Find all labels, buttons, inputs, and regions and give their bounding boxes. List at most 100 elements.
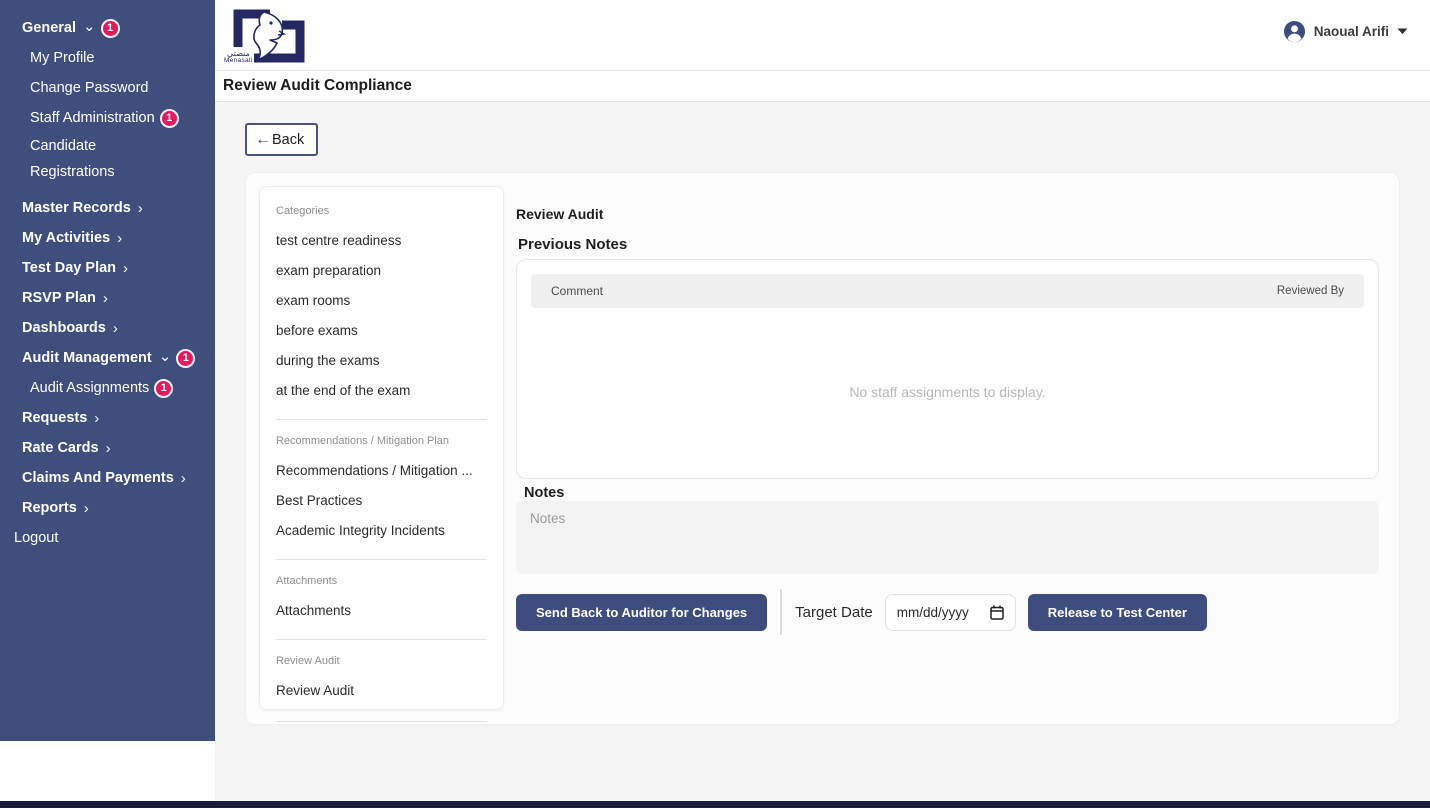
review-audit-heading: Review Audit	[516, 206, 603, 222]
caret-down-icon	[1397, 28, 1408, 35]
sidebar-item-dashboards[interactable]: Dashboards ›	[0, 313, 215, 343]
category-section-title: Recommendations / Mitigation Plan	[276, 435, 487, 447]
date-placeholder: mm/dd/yyyy	[897, 605, 969, 620]
sidebar-item-audit-assignments[interactable]: Audit Assignments 1	[0, 373, 215, 403]
back-button-label: Back	[272, 132, 304, 148]
previous-notes-table: Comment Reviewed By No staff assignments…	[516, 259, 1379, 479]
sidebar-item-label: Rate Cards	[22, 440, 99, 456]
divider	[276, 559, 487, 560]
target-date-label: Target Date	[795, 604, 873, 621]
sidebar-item-change-password[interactable]: Change Password	[0, 73, 215, 103]
sidebar-item-label: Reports	[22, 500, 77, 516]
sidebar-item-staff-administration[interactable]: Staff Administration 1	[0, 103, 215, 133]
chevron-right-icon: ›	[103, 291, 108, 306]
sidebar-item-my-profile[interactable]: My Profile	[0, 43, 215, 73]
sidebar-item-label: Claims And Payments	[22, 470, 174, 486]
sidebar-item-requests[interactable]: Requests ›	[0, 403, 215, 433]
chevron-down-icon: ⌄	[83, 19, 96, 34]
category-item-review-audit[interactable]: Review Audit	[276, 676, 487, 706]
sidebar-item-label: General	[22, 20, 76, 36]
sidebar-item-my-activities[interactable]: My Activities ›	[0, 223, 215, 253]
category-item-before-exams[interactable]: before exams	[276, 316, 487, 346]
chevron-right-icon: ›	[113, 321, 118, 336]
actions-row: Send Back to Auditor for Changes Target …	[516, 592, 1416, 632]
sidebar-item-label: Test Day Plan	[22, 260, 116, 276]
notes-input[interactable]	[516, 501, 1379, 574]
category-item-recommendations-mitigation[interactable]: Recommendations / Mitigation ...	[276, 456, 487, 486]
send-back-to-auditor-button[interactable]: Send Back to Auditor for Changes	[516, 594, 767, 631]
sidebar-item-rsvp-plan[interactable]: RSVP Plan ›	[0, 283, 215, 313]
sidebar-item-label: Master Records	[22, 200, 131, 216]
category-item-during-the-exams[interactable]: during the exams	[276, 346, 487, 376]
table-header-row: Comment Reviewed By	[531, 274, 1364, 308]
notification-badge: 1	[176, 349, 195, 368]
table-empty-message: No staff assignments to display.	[517, 384, 1378, 400]
chevron-right-icon: ›	[181, 471, 186, 486]
sidebar-item-master-records[interactable]: Master Records ›	[0, 193, 215, 223]
divider	[276, 419, 487, 420]
category-item-exam-preparation[interactable]: exam preparation	[276, 256, 487, 286]
sidebar-item-reports[interactable]: Reports ›	[0, 493, 215, 523]
notification-badge: 1	[160, 109, 179, 128]
sidebar-item-general[interactable]: General ⌄ 1	[0, 13, 215, 43]
sidebar-item-label: My Activities	[22, 230, 110, 246]
sidebar-item-label: Change Password	[30, 80, 149, 96]
category-section-title: Review Audit	[276, 655, 487, 667]
chevron-right-icon: ›	[138, 201, 143, 216]
notification-badge: 1	[101, 19, 120, 38]
sidebar-item-claims-and-payments[interactable]: Claims And Payments ›	[0, 463, 215, 493]
sidebar-item-label: Staff Administration	[30, 110, 155, 126]
sidebar-item-audit-management[interactable]: Audit Management ⌄ 1	[0, 343, 215, 373]
back-arrow-icon: ←	[255, 131, 271, 149]
main-content: ←Back Categories test centre readiness e…	[215, 102, 1430, 801]
sidebar-item-label: Audit Management	[22, 350, 152, 366]
review-audit-card: Categories test centre readiness exam pr…	[245, 172, 1400, 725]
sidebar-item-rate-cards[interactable]: Rate Cards ›	[0, 433, 215, 463]
calendar-icon	[990, 605, 1004, 620]
logo-text-english: Menasati	[224, 58, 253, 65]
category-item-at-the-end-of-the-exam[interactable]: at the end of the exam	[276, 376, 487, 406]
chevron-down-icon: ⌄	[159, 349, 172, 364]
chevron-right-icon: ›	[106, 441, 111, 456]
chevron-right-icon: ›	[94, 411, 99, 426]
target-date-input[interactable]: mm/dd/yyyy	[885, 594, 1016, 631]
user-name: Naoual Arifi	[1314, 24, 1389, 39]
top-header: منصتي Menasati Naoual Arifi	[215, 0, 1430, 70]
sidebar-item-logout[interactable]: Logout	[0, 523, 215, 553]
notes-heading: Notes	[524, 485, 564, 501]
divider	[276, 639, 487, 640]
sidebar-item-label: My Profile	[30, 50, 94, 66]
sidebar-item-label: Audit Assignments	[30, 380, 149, 396]
notification-badge: 1	[154, 379, 173, 398]
category-section-title: Attachments	[276, 575, 487, 587]
sidebar-item-candidate-registrations[interactable]: Candidate Registrations	[0, 133, 215, 185]
chevron-right-icon: ›	[123, 261, 128, 276]
app-window: General ⌄ 1 My Profile Change Password S…	[0, 0, 1430, 808]
user-menu[interactable]: Naoual Arifi	[1283, 20, 1408, 43]
release-to-test-center-button[interactable]: Release to Test Center	[1028, 594, 1207, 631]
category-section-title: Categories	[276, 205, 487, 217]
vertical-divider	[780, 589, 782, 635]
chevron-right-icon: ›	[84, 501, 89, 516]
category-item-attachments[interactable]: Attachments	[276, 596, 487, 626]
category-item-academic-integrity-incidents[interactable]: Academic Integrity Incidents	[276, 516, 487, 546]
window-bottom-edge	[0, 801, 1430, 808]
category-item-exam-rooms[interactable]: exam rooms	[276, 286, 487, 316]
previous-notes-heading: Previous Notes	[518, 236, 627, 253]
chevron-right-icon: ›	[117, 231, 122, 246]
category-item-best-practices[interactable]: Best Practices	[276, 486, 487, 516]
sidebar-item-label: Requests	[22, 410, 87, 426]
category-item-test-centre-readiness[interactable]: test centre readiness	[276, 226, 487, 256]
sidebar-item-label: RSVP Plan	[22, 290, 96, 306]
sidebar-item-label: Logout	[14, 530, 58, 546]
column-header-reviewed-by: Reviewed By	[1277, 285, 1344, 297]
back-button[interactable]: ←Back	[245, 123, 318, 156]
sidebar-item-label: Candidate Registrations	[30, 133, 180, 185]
sidebar-item-test-day-plan[interactable]: Test Day Plan ›	[0, 253, 215, 283]
page-title-bar: Review Audit Compliance	[215, 70, 1430, 102]
menasati-logo: منصتي Menasati	[222, 5, 308, 67]
categories-panel: Categories test centre readiness exam pr…	[259, 186, 504, 710]
column-header-comment: Comment	[551, 284, 603, 298]
user-avatar-icon	[1283, 20, 1306, 43]
sidebar: General ⌄ 1 My Profile Change Password S…	[0, 0, 215, 741]
